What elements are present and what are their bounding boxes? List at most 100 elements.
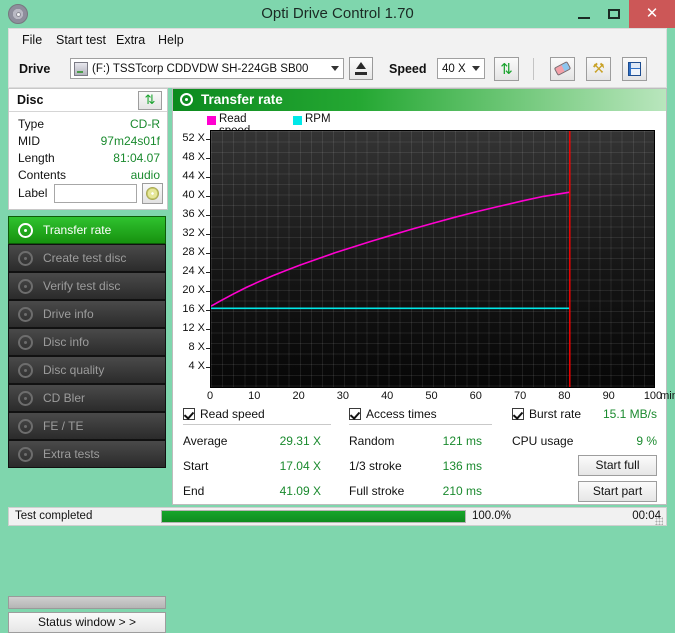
y-axis-tick-mark [206, 272, 210, 273]
series-read-speed [211, 192, 570, 306]
status-message: Test completed [15, 510, 92, 522]
result-label: End [183, 484, 204, 498]
menu-bar: File Start test Extra Help [8, 28, 667, 50]
disc-row-value: audio [131, 168, 160, 182]
burst-rate-checkbox[interactable] [512, 408, 524, 420]
speed-select[interactable]: 40 X [437, 58, 485, 79]
disc-row-value: 97m24s01f [101, 134, 160, 148]
y-axis-tick-mark [206, 329, 210, 330]
save-button[interactable] [622, 57, 647, 81]
result-label: 1/3 stroke [349, 459, 402, 473]
disc-label-input[interactable] [54, 184, 137, 203]
disc-row-value: 81:04.07 [113, 151, 160, 165]
y-axis-tick-label: 16 X [173, 303, 205, 315]
y-axis-tick-label: 4 X [173, 360, 205, 372]
minimize-icon [578, 17, 590, 19]
chart-svg [211, 131, 654, 387]
sidebar-item-disc-info[interactable]: Disc info [8, 328, 166, 356]
start-part-button[interactable]: Start part [578, 481, 657, 502]
toolbar: Drive (F:) TSSTcorp CDDVDW SH-224GB SB00… [8, 50, 667, 88]
sidebar-item-disc-quality[interactable]: Disc quality [8, 356, 166, 384]
result-row: CPU usage 9 % [512, 434, 657, 452]
y-axis-tick-label: 20 X [173, 284, 205, 296]
disc-label-button[interactable] [142, 183, 163, 204]
sidebar-item-extra-tests[interactable]: Extra tests [8, 440, 166, 468]
y-tick-marks [206, 130, 210, 388]
result-label: Full stroke [349, 484, 404, 498]
menu-item-start-test[interactable]: Start test [49, 29, 113, 51]
disc-icon [18, 223, 33, 238]
y-axis-tick-mark [206, 139, 210, 140]
sidebar-item-label: Create test disc [43, 251, 126, 265]
menu-item-extra[interactable]: Extra [109, 29, 152, 51]
menu-item-help[interactable]: Help [151, 29, 191, 51]
sidebar-item-label: Disc info [43, 335, 89, 349]
tools-button[interactable]: ⚒ [586, 57, 611, 81]
eraser-icon [554, 61, 571, 76]
sidebar-item-cd-bler[interactable]: CD Bler [8, 384, 166, 412]
group-rule [183, 424, 331, 425]
legend-swatch [207, 116, 216, 125]
drive-select[interactable]: (F:) TSSTcorp CDDVDW SH-224GB SB00 [70, 58, 344, 79]
disc-row-length: Length 81:04.07 [9, 151, 167, 168]
status-window-button[interactable]: Status window > > [8, 612, 166, 633]
result-row: 1/3 stroke 136 ms [349, 459, 492, 477]
disc-icon [18, 363, 33, 378]
x-axis-tick-label: 70 [500, 390, 540, 402]
y-axis-tick-label: 8 X [173, 341, 205, 353]
y-axis-tick-mark [206, 196, 210, 197]
minimize-button[interactable] [569, 0, 599, 28]
y-axis-tick-mark [206, 158, 210, 159]
disc-label-row: Label [9, 183, 167, 207]
disc-icon [18, 251, 33, 266]
status-bar: Test completed 100.0% 00:04 [8, 507, 667, 526]
resize-grip[interactable] [655, 517, 663, 525]
save-floppy-icon [628, 62, 641, 76]
x-axis-tick-label: 80 [544, 390, 584, 402]
access-times-checkbox[interactable] [349, 408, 361, 420]
x-axis-tick-label: 0 [190, 390, 230, 402]
content-area: Disc ⇅ Type CD-R MID 97m24s01f Length 81… [8, 88, 667, 505]
result-row: Average 29.31 X [183, 434, 331, 452]
sidebar-item-verify-test-disc[interactable]: Verify test disc [8, 272, 166, 300]
x-axis-unit-label: min [655, 390, 675, 402]
y-axis-tick-label: 40 X [173, 189, 205, 201]
refresh-arrows-icon: ⇅ [495, 58, 518, 80]
legend-label: RPM [305, 113, 331, 125]
speed-select-value: 40 X [442, 59, 466, 78]
refresh-button[interactable]: ⇅ [494, 57, 519, 81]
result-value: 121 ms [412, 434, 482, 448]
maximize-button[interactable] [599, 0, 629, 28]
elapsed-time: 00:04 [589, 510, 661, 522]
x-axis-tick-label: 30 [323, 390, 363, 402]
sidebar-item-fe-te[interactable]: FE / TE [8, 412, 166, 440]
y-axis-tick-label: 28 X [173, 246, 205, 258]
app-window: Opti Drive Control 1.70 ✕ File Start tes… [0, 0, 675, 531]
disc-icon [18, 279, 33, 294]
progress-bar [161, 510, 466, 523]
erase-button[interactable] [550, 57, 575, 81]
close-button[interactable]: ✕ [629, 0, 675, 28]
sidebar-item-transfer-rate[interactable]: Transfer rate [8, 216, 166, 244]
read-speed-checkbox[interactable] [183, 408, 195, 420]
y-axis-tick-mark [206, 348, 210, 349]
start-full-button[interactable]: Start full [578, 455, 657, 476]
sidebar-item-label: CD Bler [43, 391, 85, 405]
sidebar-item-label: Disc quality [43, 363, 104, 377]
eject-icon [356, 62, 366, 69]
disc-row-label: Type [18, 117, 44, 131]
disc-row-label: MID [18, 134, 40, 148]
result-value: 41.09 X [251, 484, 321, 498]
maximize-icon [608, 9, 620, 19]
sidebar-item-drive-info[interactable]: Drive info [8, 300, 166, 328]
disc-icon [18, 391, 33, 406]
result-row: End 41.09 X [183, 484, 331, 502]
menu-item-file[interactable]: File [15, 29, 49, 51]
x-axis-tick-label: 10 [234, 390, 274, 402]
sidebar-item-create-test-disc[interactable]: Create test disc [8, 244, 166, 272]
eject-button[interactable] [349, 57, 373, 80]
result-row: Full stroke 210 ms [349, 484, 492, 502]
sidebar-item-label: Extra tests [43, 447, 100, 461]
result-value: 29.31 X [251, 434, 321, 448]
disc-refresh-button[interactable]: ⇅ [138, 91, 162, 110]
